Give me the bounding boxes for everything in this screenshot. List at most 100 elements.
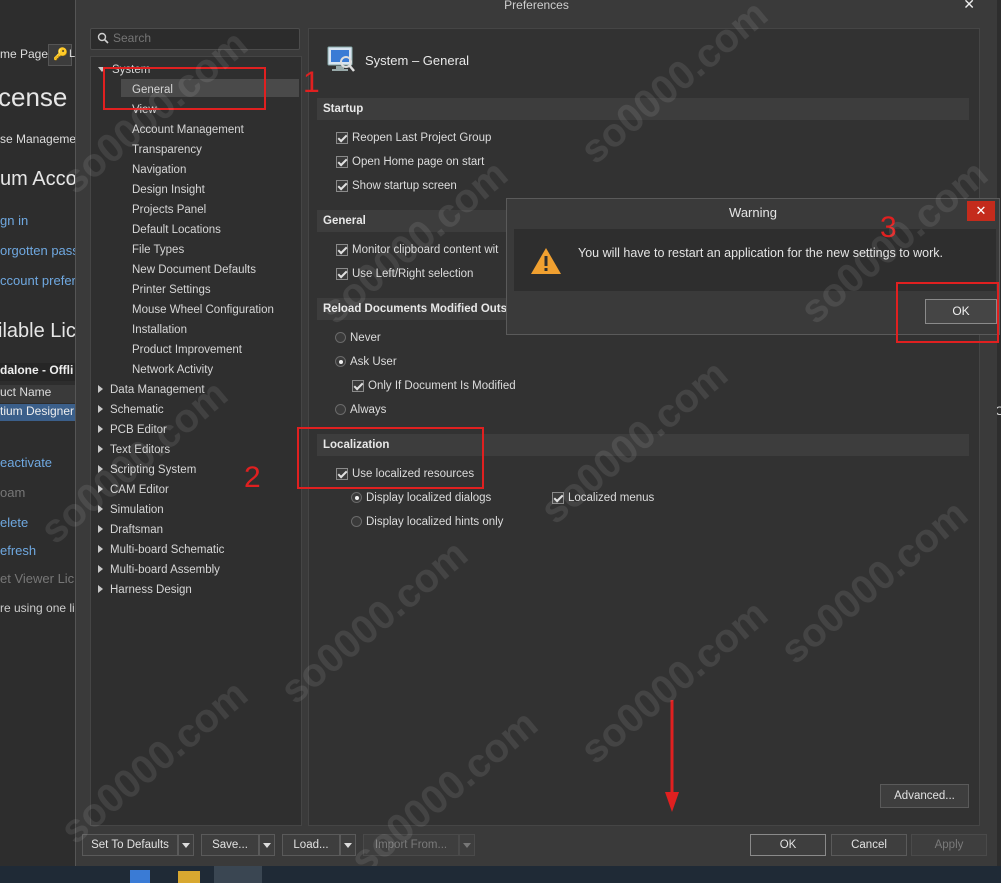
- set-to-defaults-button[interactable]: Set To Defaults: [82, 834, 178, 856]
- always-radio[interactable]: [335, 404, 346, 415]
- background-app-panel: me Page 🔑 L cense M se Managemen um Acco…: [0, 0, 76, 883]
- chevron-right-icon: [98, 445, 103, 453]
- key-icon: 🔑: [53, 47, 68, 61]
- load-split-button: Load...: [282, 834, 356, 856]
- warning-message: You will have to restart an application …: [578, 246, 944, 260]
- preferences-dialog: Preferences ✕ System GeneralViewAccount …: [75, 0, 997, 866]
- bg-standalone-row: dalone - Offli: [0, 363, 76, 381]
- annotation-box-3: [896, 282, 999, 343]
- load-dropdown[interactable]: [340, 834, 356, 856]
- tree-item-account-management[interactable]: Account Management: [132, 123, 244, 137]
- annotation-number-3: 3: [880, 211, 897, 244]
- tree-item-network-activity[interactable]: Network Activity: [132, 363, 213, 377]
- taskbar-folder-icon[interactable]: [178, 871, 200, 883]
- localized-menus-checkbox[interactable]: [552, 492, 564, 504]
- display-localized-dialogs-label: Display localized dialogs: [366, 492, 492, 504]
- display-localized-hints-label: Display localized hints only: [366, 516, 504, 528]
- tree-group-label: Schematic: [110, 404, 164, 416]
- tree-item-transparency[interactable]: Transparency: [132, 143, 202, 157]
- system-general-icon: [327, 46, 355, 72]
- tree-group-label: CAM Editor: [110, 484, 169, 496]
- chevron-right-icon: [98, 485, 103, 493]
- tree-group-multi-board-schematic[interactable]: Multi-board Schematic: [98, 543, 224, 557]
- always-label: Always: [350, 404, 387, 416]
- tree-group-label: Draftsman: [110, 524, 164, 536]
- open-home-page-checkbox[interactable]: [336, 156, 348, 168]
- monitor-clipboard-checkbox[interactable]: [336, 244, 348, 256]
- warning-title: Warning: [729, 205, 777, 220]
- ok-button[interactable]: OK: [750, 834, 826, 856]
- tree-group-text-editors[interactable]: Text Editors: [98, 443, 170, 457]
- set-to-defaults-dropdown[interactable]: [178, 834, 194, 856]
- bg-key-tab[interactable]: 🔑 L: [48, 44, 75, 66]
- tree-group-harness-design[interactable]: Harness Design: [98, 583, 192, 597]
- set-to-defaults-split-button: Set To Defaults: [82, 834, 194, 856]
- bg-altium-designer-row[interactable]: tium Designer: [0, 404, 76, 421]
- warning-triangle-icon: [531, 248, 561, 274]
- save-button[interactable]: Save...: [201, 834, 259, 856]
- bg-available-licenses-heading: ilable Lic: [0, 320, 76, 342]
- bg-home-page-tab[interactable]: me Page: [0, 47, 48, 61]
- chevron-right-icon: [98, 505, 103, 513]
- save-dropdown[interactable]: [259, 834, 275, 856]
- left-right-selection-label: Use Left/Right selection: [352, 268, 474, 280]
- cancel-button[interactable]: Cancel: [831, 834, 907, 856]
- never-radio[interactable]: [335, 332, 346, 343]
- taskbar-altium-icon[interactable]: [214, 866, 262, 883]
- annotation-arrow-down: [665, 700, 679, 812]
- advanced-button[interactable]: Advanced...: [880, 784, 969, 808]
- tree-item-projects-panel[interactable]: Projects Panel: [132, 203, 206, 217]
- tree-group-cam-editor[interactable]: CAM Editor: [98, 483, 169, 497]
- annotation-number-1: 1: [303, 66, 320, 99]
- only-if-modified-label: Only If Document Is Modified: [368, 380, 516, 392]
- tree-item-default-locations[interactable]: Default Locations: [132, 223, 221, 237]
- chevron-right-icon: [98, 425, 103, 433]
- tree-item-new-document-defaults[interactable]: New Document Defaults: [132, 263, 256, 277]
- tree-item-file-types[interactable]: File Types: [132, 243, 184, 257]
- only-if-modified-checkbox[interactable]: [352, 380, 364, 392]
- tree-group-pcb-editor[interactable]: PCB Editor: [98, 423, 167, 437]
- search-input[interactable]: [113, 30, 293, 46]
- tree-group-label: Data Management: [110, 384, 205, 396]
- tree-group-multi-board-assembly[interactable]: Multi-board Assembly: [98, 563, 220, 577]
- tree-group-schematic[interactable]: Schematic: [98, 403, 164, 417]
- tree-item-installation[interactable]: Installation: [132, 323, 187, 337]
- left-right-selection-checkbox[interactable]: [336, 268, 348, 280]
- tree-item-mouse-wheel-configuration[interactable]: Mouse Wheel Configuration: [132, 303, 274, 317]
- tree-item-design-insight[interactable]: Design Insight: [132, 183, 205, 197]
- tree-group-scripting-system[interactable]: Scripting System: [98, 463, 196, 477]
- reopen-last-project-checkbox[interactable]: [336, 132, 348, 144]
- tree-group-draftsman[interactable]: Draftsman: [98, 523, 163, 537]
- display-localized-hints-radio[interactable]: [351, 516, 362, 527]
- load-button[interactable]: Load...: [282, 834, 340, 856]
- show-startup-screen-checkbox[interactable]: [336, 180, 348, 192]
- chevron-right-icon: [98, 385, 103, 393]
- bg-sign-in-link[interactable]: gn in: [0, 213, 28, 228]
- display-localized-dialogs-radio[interactable]: [351, 492, 362, 503]
- ask-user-radio[interactable]: [335, 356, 346, 367]
- tree-group-data-management[interactable]: Data Management: [98, 383, 205, 397]
- bg-refresh-link[interactable]: efresh: [0, 543, 36, 558]
- warning-close-button[interactable]: ✕: [967, 201, 995, 221]
- ask-user-label: Ask User: [350, 356, 397, 368]
- bg-license-management: se Managemen: [0, 132, 76, 146]
- bg-deactivate-link[interactable]: eactivate: [0, 455, 52, 470]
- chevron-right-icon: [98, 465, 103, 473]
- taskbar-mail-icon[interactable]: [130, 870, 150, 883]
- open-home-page-label: Open Home page on start: [352, 156, 485, 168]
- tree-item-product-improvement[interactable]: Product Improvement: [132, 343, 242, 357]
- tree-item-printer-settings[interactable]: Printer Settings: [132, 283, 211, 297]
- bg-account-heading: um Accou: [0, 168, 76, 190]
- annotation-box-1: [103, 67, 266, 110]
- section-startup: Startup: [317, 98, 969, 120]
- bg-delete-link[interactable]: elete: [0, 515, 28, 530]
- bg-account-preferences-link[interactable]: ccount prefer: [0, 273, 76, 288]
- dialog-title: Preferences: [504, 0, 569, 12]
- tree-item-navigation[interactable]: Navigation: [132, 163, 186, 177]
- tree-group-label: Harness Design: [110, 584, 192, 596]
- bg-forgotten-password-link[interactable]: orgotten pass: [0, 243, 76, 258]
- reopen-last-project-label: Reopen Last Project Group: [352, 132, 492, 144]
- dialog-close-button[interactable]: ✕: [963, 0, 975, 13]
- tree-group-simulation[interactable]: Simulation: [98, 503, 164, 517]
- bg-product-name-header: uct Name: [0, 385, 76, 403]
